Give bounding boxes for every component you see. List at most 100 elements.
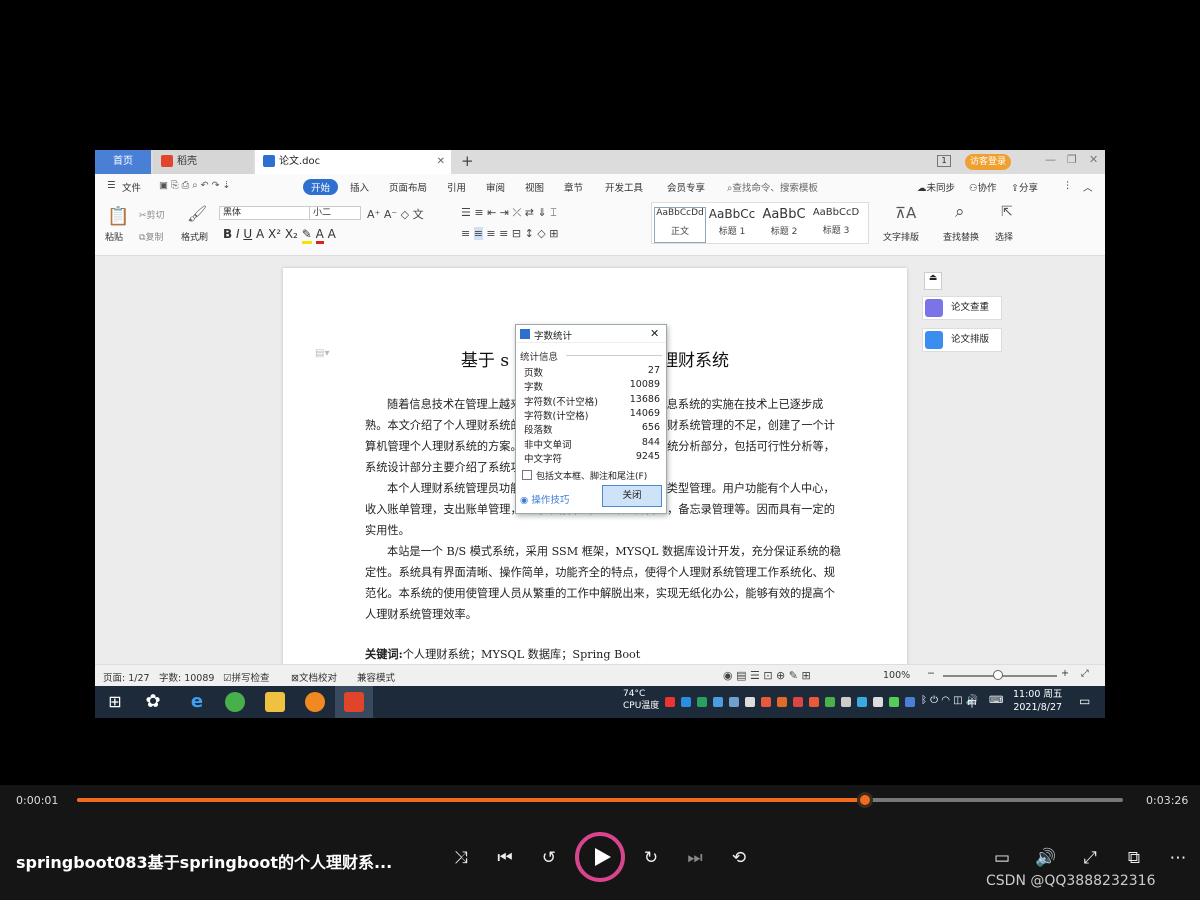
tray-icon-4[interactable] [713,697,723,707]
collab-button[interactable]: ⚇协作 [969,180,997,194]
quick-access-icons[interactable]: ▣ ⎘ ⎙ ⌕ ↶ ↷ ⇣ [159,180,231,191]
clock[interactable]: 11:00 周五 2021/8/27 [1013,688,1062,714]
format-painter-button[interactable]: 格式刷 [181,230,208,243]
volume-icon[interactable]: 🔊 [1034,846,1058,870]
tray-icon-2[interactable] [681,697,691,707]
style-heading-2[interactable]: AaBbC 标题 2 [758,207,810,243]
restore-icon[interactable]: ❐ [1067,153,1077,166]
include-textbox-checkbox[interactable] [522,470,532,480]
close-tab-icon[interactable]: ✕ [437,150,445,174]
window-close-icon[interactable]: ✕ [1089,153,1098,166]
spell-check-toggle[interactable]: ☑拼写检查 [223,670,270,684]
fast-forward-icon[interactable]: ↻ [639,846,663,870]
windows-start-icon[interactable]: ⊞ [105,692,125,712]
close-button[interactable]: 关闭 [602,485,662,507]
zoom-level[interactable]: 100% [883,670,910,681]
app-icon[interactable]: ✿ [143,692,163,712]
minimize-icon[interactable]: — [1045,153,1056,166]
menu-chapter[interactable]: 章节 [564,180,583,194]
menu-review[interactable]: 审阅 [486,180,505,194]
subtitles-icon[interactable]: ▭ [990,846,1014,870]
rewind-icon[interactable]: ↺ [537,846,561,870]
tray-icon-8[interactable] [777,697,787,707]
tray-icon-9[interactable] [793,697,803,707]
word-count-indicator[interactable]: 字数: 10089 [159,670,214,684]
fullscreen-icon[interactable]: ⤢ [1081,668,1089,679]
paste-button[interactable]: 粘贴 [105,230,123,243]
menu-file[interactable]: 文件 [122,180,141,194]
progress-knob[interactable] [856,792,873,808]
media-player-icon[interactable] [305,692,325,712]
hamburger-icon[interactable]: ☰ [107,180,116,191]
guest-login-button[interactable]: 访客登录 [965,154,1011,170]
cpu-temp-widget[interactable]: 74°C CPU温度 [623,688,659,712]
view-mode-icons[interactable]: ◉ ▤ ☰ ⊡ ⊕ ✎ ⊞ [723,669,811,682]
dialog-close-icon[interactable]: ✕ [650,327,659,340]
style-normal[interactable]: AaBbCcDd 正文 [654,207,706,243]
menu-start[interactable]: 开始 [303,179,339,195]
shuffle-icon[interactable]: ⤨ [449,846,473,870]
more-options-icon[interactable]: ⋯ [1166,846,1190,870]
menu-dev-tools[interactable]: 开发工具 [605,180,643,194]
proofread-button[interactable]: ⊠文档校对 [291,670,337,684]
menu-insert[interactable]: 插入 [350,180,369,194]
text-layout-button[interactable]: 文字排版 [883,230,919,243]
tray-icon-3[interactable] [697,697,707,707]
tray-icon-7[interactable] [761,697,771,707]
zoom-in-icon[interactable]: + [1061,668,1069,679]
tray-icon-5[interactable] [729,697,739,707]
collapse-ribbon-icon[interactable]: ︿ [1083,180,1093,194]
tray-icon-12[interactable] [841,697,851,707]
play-button[interactable] [575,832,625,882]
collapse-panel-icon[interactable]: ⏏ [924,272,942,290]
zoom-out-icon[interactable]: − [927,668,935,679]
browser-360-icon[interactable] [225,692,245,712]
thesis-check-button[interactable]: 论文查重 [922,296,1002,320]
tab-daoke[interactable]: 稻壳 [153,150,253,174]
repeat-icon[interactable]: ⟲ [727,846,751,870]
file-explorer-icon[interactable] [265,692,285,712]
font-select[interactable]: 黑体 [219,206,311,220]
thesis-layout-button[interactable]: 论文排版 [922,328,1002,352]
find-replace-button[interactable]: 查找替换 [943,230,979,243]
tab-home[interactable]: 首页 [95,150,151,174]
notification-icon[interactable]: ▭ [1079,694,1090,708]
select-button[interactable]: 选择 [995,230,1013,243]
menu-page-layout[interactable]: 页面布局 [389,180,427,194]
menu-member[interactable]: 会员专享 [667,180,705,194]
copy-button[interactable]: ⧉复制 [139,230,163,243]
next-icon[interactable]: ⏭ [683,846,707,870]
tips-link[interactable]: ◉ 操作技巧 [520,492,569,506]
sync-status[interactable]: ☁未同步 [917,180,955,194]
wps-taskbar-active[interactable] [335,686,373,718]
menu-references[interactable]: 引用 [447,180,466,194]
tray-icon-13[interactable] [857,697,867,707]
tray-icon-1[interactable] [665,697,675,707]
tray-icon-10[interactable] [809,697,819,707]
tray-icon-16[interactable] [905,697,915,707]
style-heading-3[interactable]: AaBbCcD 标题 3 [810,207,862,243]
font-size-adjust-icons[interactable]: A⁺ A⁻ ◇ 文 [367,206,424,222]
ie-browser-icon[interactable]: e [187,692,207,712]
command-search[interactable]: ⌕查找命令、搜索模板 [727,180,818,194]
menu-view[interactable]: 视图 [525,180,544,194]
pip-icon[interactable]: ⧉ [1122,846,1146,870]
paste-icon[interactable]: 📋 [107,206,129,227]
previous-icon[interactable]: ⏮ [493,846,517,870]
tab-document[interactable]: 论文.doc ✕ [255,150,451,174]
cut-button[interactable]: ✂剪切 [139,208,165,221]
alignment-icons[interactable]: ≡ ≡ ≡ ≡ ⊟ ↕ ◇ ⊞ [461,227,558,240]
tray-icon-11[interactable] [825,697,835,707]
tray-icon-15[interactable] [889,697,899,707]
list-indent-icons[interactable]: ☰ ≡ ⇤ ⇥ ⤫ ⇄ ⇓ ⌶ [461,206,557,220]
tray-icon-6[interactable] [745,697,755,707]
text-format-icons[interactable]: B I U A X² X₂ ✎ A A [223,227,336,244]
ime-indicator[interactable]: 中 [967,695,977,710]
window-count-icon[interactable]: 1 [937,155,951,167]
keyboard-icon[interactable]: ⌨ [989,695,1003,706]
new-tab-icon[interactable]: + [461,152,474,170]
share-button[interactable]: ⇪分享 [1011,180,1038,194]
tray-icon-14[interactable] [873,697,883,707]
fullscreen-player-icon[interactable]: ⤢ [1078,846,1102,870]
more-icon[interactable]: ⋮ [1063,180,1073,191]
